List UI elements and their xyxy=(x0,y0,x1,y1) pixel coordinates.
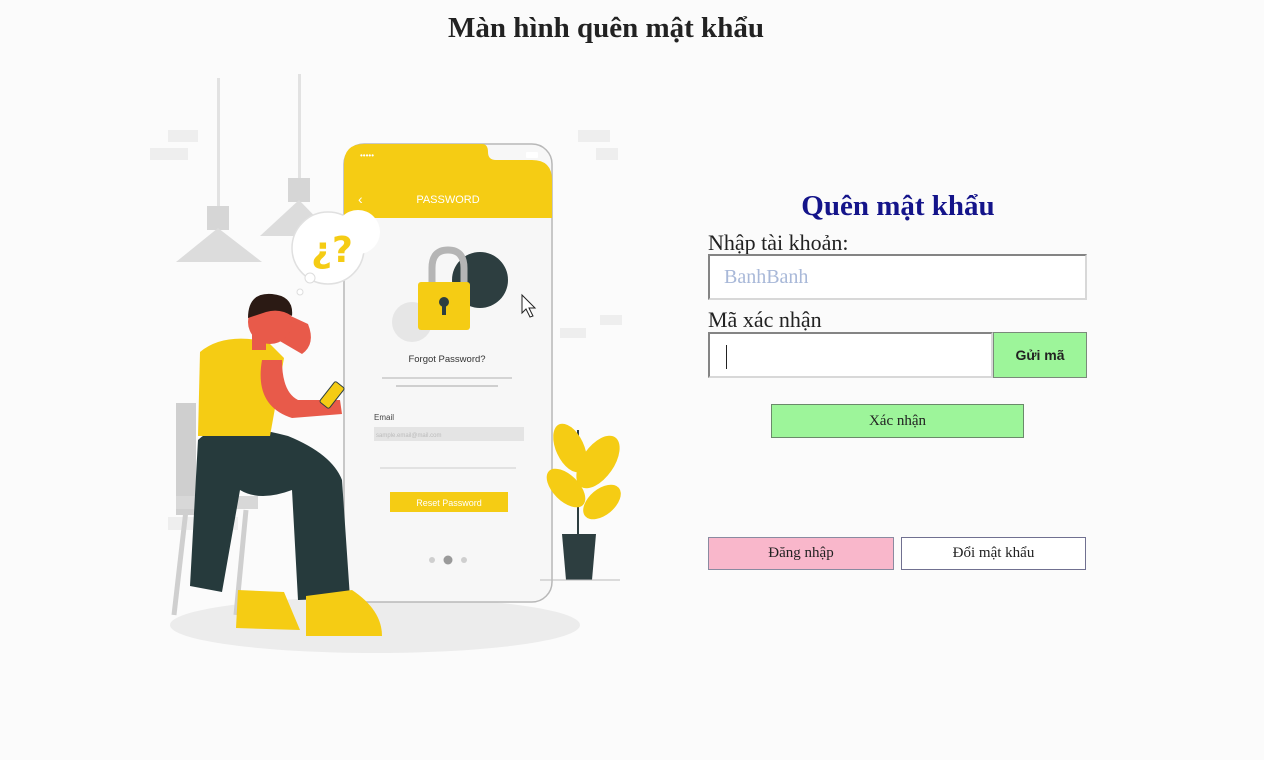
illustration-graphic: ••••• ‹ PASSWORD Forgot Password? Email … xyxy=(150,74,622,653)
svg-text:PASSWORD: PASSWORD xyxy=(416,194,479,206)
svg-text:¿?: ¿? xyxy=(311,230,353,271)
confirm-button[interactable]: Xác nhận xyxy=(771,404,1024,438)
account-input[interactable] xyxy=(708,254,1087,300)
forgot-password-illustration: ••••• ‹ PASSWORD Forgot Password? Email … xyxy=(120,70,630,670)
send-code-button[interactable]: Gửi mã xyxy=(993,332,1087,378)
svg-text:Email: Email xyxy=(374,413,394,422)
account-label: Nhập tài khoản: xyxy=(708,230,849,255)
svg-text:Forgot Password?: Forgot Password? xyxy=(408,354,485,365)
forgot-password-form: Quên mật khẩu Nhập tài khoản: Mã xác nhậ… xyxy=(708,190,1088,590)
page-title: Màn hình quên mật khẩu xyxy=(448,12,764,44)
svg-text:•••••: ••••• xyxy=(360,151,374,160)
change-password-button[interactable]: Đổi mật khẩu xyxy=(901,537,1086,570)
svg-text:Reset Password: Reset Password xyxy=(416,498,482,508)
form-title: Quên mật khẩu xyxy=(801,190,995,222)
login-button[interactable]: Đăng nhập xyxy=(708,537,894,570)
text-caret xyxy=(726,345,727,369)
svg-text:sample.email@mail.com: sample.email@mail.com xyxy=(376,433,441,439)
verification-code-input[interactable] xyxy=(708,332,993,378)
verification-code-label: Mã xác nhận xyxy=(708,307,822,332)
svg-text:‹: ‹ xyxy=(358,191,363,207)
